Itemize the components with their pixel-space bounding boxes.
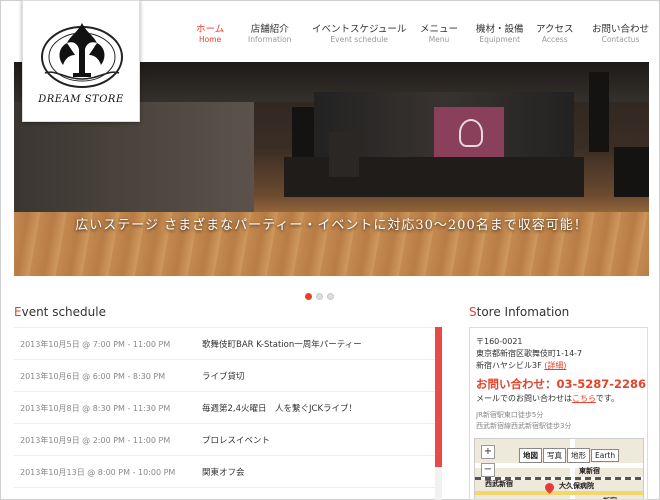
map-tab-earth[interactable]: Earth (591, 449, 620, 462)
nav-access-label: アクセス (536, 24, 574, 35)
store-map[interactable]: + − 地図写真地形Earth 東新宿 西武新宿 大久保病院 新宿 (474, 438, 644, 499)
event-title[interactable]: プロレスイベント (202, 434, 270, 446)
hero-caption: 広いステージ さまざまなパーティー・イベントに対応30～200名まで収容可能！ (75, 218, 588, 233)
main-nav: ホーム Home 店舗紹介 Information イベントスケジュール Eve… (192, 24, 650, 50)
nav-access[interactable]: アクセス Access (536, 24, 574, 45)
event-list: 2013年10月5日 @ 7:00 PM - 11:00 PM 歌舞伎町BAR … (14, 327, 442, 500)
hero-amp (329, 132, 359, 177)
slider-dots (305, 285, 338, 304)
store-info-heading-rest: tore Infomation (476, 305, 570, 319)
store-info-heading: Store Infomation (469, 305, 569, 319)
map-type-tabs: 地図 写真 地形 Earth (519, 443, 620, 463)
event-row[interactable]: 2013年10月9日 @ 2:00 PM - 11:00 PM プロレスイベント (14, 424, 442, 456)
store-info-heading-initial: S (469, 305, 477, 319)
event-date: 2013年10月8日 @ 8:30 PM - 11:30 PM (20, 404, 171, 413)
store-email-prefix: メールでのお問い合わせは (476, 394, 572, 403)
nav-menu[interactable]: メニュー Menu (420, 24, 458, 45)
nav-equipment[interactable]: 機材・設備 Equipment (476, 24, 524, 45)
event-row[interactable]: 2013年10月6日 @ 6:00 PM - 8:30 PM ライブ貸切 (14, 360, 442, 392)
hero-speaker (292, 107, 314, 157)
nav-contact[interactable]: お問い合わせ Contactus (592, 24, 649, 45)
event-date: 2013年10月13日 @ 8:00 PM - 10:00 PM (20, 468, 176, 477)
store-address-2-line: 新宿ハヤシビル3F (詳細) (476, 360, 567, 371)
store-email-line: メールでのお問い合わせはこちらです。 (476, 393, 619, 404)
nav-information-label: 店舗紹介 (250, 24, 289, 35)
map-label-shinjuku: 新宿 (603, 496, 617, 499)
site-logo[interactable]: DREAM STORE (22, 0, 140, 122)
map-tab-map[interactable]: 地図 (519, 448, 542, 463)
event-schedule-heading: Event schedule (14, 305, 106, 319)
event-date: 2013年10月5日 @ 7:00 PM - 11:00 PM (20, 340, 171, 349)
store-postal: 〒160-0021 (476, 337, 523, 346)
map-road (475, 491, 643, 495)
store-address-1: 東京都新宿区歌舞伎町1-14-7 (476, 349, 583, 358)
slider-dot-1[interactable] (305, 293, 312, 300)
nav-menu-sublabel: Menu (428, 35, 450, 44)
nav-menu-label: メニュー (420, 24, 459, 35)
nav-information-sublabel: Information (248, 35, 292, 44)
event-title[interactable]: ライブ貸切 (202, 370, 245, 382)
nav-home-label: ホーム (196, 24, 225, 35)
nav-equipment-sublabel: Equipment (479, 35, 521, 44)
hero-speaker (614, 147, 649, 197)
nav-event-schedule-label: イベントスケジュール (312, 24, 407, 35)
map-tab-terrain[interactable]: 地形 (567, 448, 590, 463)
nav-home[interactable]: ホーム Home (196, 24, 224, 45)
nav-information[interactable]: 店舗紹介 Information (248, 24, 291, 45)
hero-stage-banner (434, 107, 504, 162)
nav-event-schedule[interactable]: イベントスケジュール Event schedule (312, 24, 406, 45)
map-zoom-in-button[interactable]: + (481, 445, 495, 459)
nav-equipment-label: 機材・設備 (476, 24, 524, 35)
map-tab-photo[interactable]: 写真 (543, 448, 566, 463)
event-scrollbar-thumb[interactable] (435, 327, 442, 467)
event-title[interactable]: 毎週第2,4火曜日 人を繋ぐJCKライブ！ (202, 402, 357, 414)
map-label-seibu-shinjuku: 西武新宿 (485, 480, 513, 488)
event-row[interactable]: 2013年10月5日 @ 7:00 PM - 11:00 PM 歌舞伎町BAR … (14, 328, 442, 360)
event-row[interactable]: 2013年10月8日 @ 8:30 PM - 11:30 PM 毎週第2,4火曜… (14, 392, 442, 424)
store-map-link[interactable]: (詳細) (544, 361, 566, 370)
store-access-jr: JR新宿駅東口徒歩5分 (476, 411, 544, 419)
event-schedule-heading-initial: E (14, 305, 22, 319)
event-title[interactable]: 歌舞伎町BAR K-Station一周年パーティー (202, 338, 362, 350)
map-zoom-controls: + − (481, 445, 495, 481)
event-schedule-heading-rest: vent schedule (21, 305, 106, 319)
store-access-seibu: 西武新宿線西武新宿駅徒歩3分 (476, 422, 572, 430)
event-scrollbar[interactable] (435, 327, 442, 500)
map-label-okubo-hospital: 大久保病院 (559, 482, 594, 490)
event-title[interactable]: 関東オフ会 (202, 466, 245, 478)
nav-contact-sublabel: Contactus (601, 35, 640, 44)
store-email-link[interactable]: こちら (572, 394, 596, 403)
map-label-higashi-shinjuku: 東新宿 (579, 467, 600, 475)
store-email-suffix: です。 (595, 394, 619, 403)
map-road (475, 463, 643, 468)
event-row[interactable]: 2013年10月13日 @ 8:00 PM - 10:00 PM 関東オフ会 (14, 456, 442, 488)
crest-icon (41, 23, 123, 88)
map-zoom-out-button[interactable]: − (481, 463, 495, 477)
store-phone: お問い合わせ：03-5287-2286 (476, 377, 647, 391)
event-date: 2013年10月9日 @ 2:00 PM - 11:00 PM (20, 436, 171, 445)
event-date: 2013年10月6日 @ 6:00 PM - 8:30 PM (20, 372, 166, 381)
nav-event-schedule-sublabel: Event schedule (330, 35, 388, 44)
nav-access-sublabel: Access (541, 35, 568, 44)
slider-dot-2[interactable] (316, 293, 323, 300)
store-address-2: 新宿ハヤシビル3F (476, 361, 542, 370)
nav-home-sublabel: Home (199, 35, 222, 44)
slider-dot-3[interactable] (327, 293, 334, 300)
store-info-panel: 〒160-0021 東京都新宿区歌舞伎町1-14-7 新宿ハヤシビル3F (詳細… (469, 327, 648, 500)
hero-speaker (589, 72, 609, 152)
logo-text: DREAM STORE (38, 94, 124, 105)
nav-contact-label: お問い合わせ (592, 24, 650, 35)
